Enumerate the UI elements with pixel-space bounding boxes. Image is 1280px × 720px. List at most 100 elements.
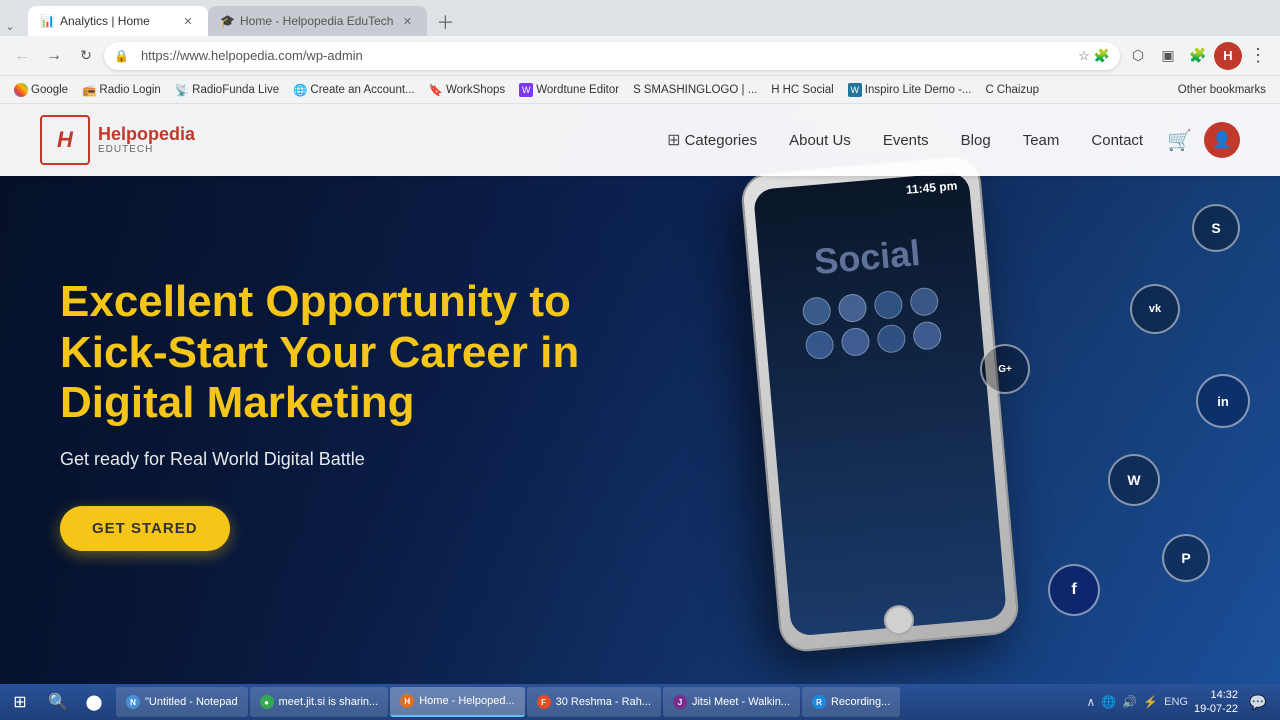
social-circle-p: P bbox=[1162, 534, 1210, 582]
address-text: https://www.helpopedia.com/wp-admin bbox=[141, 48, 1070, 63]
taskbar-search-button[interactable]: 🔍 bbox=[40, 684, 76, 720]
bookmark-inspiro[interactable]: W Inspiro Lite Demo -... bbox=[842, 81, 978, 99]
bookmark-createaccount[interactable]: 🌐 Create an Account... bbox=[287, 81, 421, 99]
meet-icon: ● bbox=[260, 695, 274, 709]
nav-about[interactable]: About Us bbox=[789, 132, 851, 149]
jitsi-icon: J bbox=[673, 695, 687, 709]
bookmark-radiofunda[interactable]: 📡 RadioFunda Live bbox=[169, 81, 285, 99]
taskbar-meet[interactable]: ● meet.jit.si is sharin... bbox=[250, 687, 389, 717]
taskbar-notepad[interactable]: N "Untitled - Notepad bbox=[116, 687, 248, 717]
phone-screen: 11:45 pm Social bbox=[753, 171, 1007, 636]
taskbar-firefox-label: 30 Reshma - Rah... bbox=[556, 696, 651, 708]
address-bar[interactable]: 🔒 https://www.helpopedia.com/wp-admin ☆ … bbox=[104, 42, 1120, 70]
recording-icon: R bbox=[812, 695, 826, 709]
tray-volume-icon[interactable]: 🔊 bbox=[1122, 695, 1137, 709]
nav-team[interactable]: Team bbox=[1023, 132, 1060, 149]
radio-favicon: 📻 bbox=[82, 83, 96, 97]
nav-blog[interactable]: Blog bbox=[961, 132, 991, 149]
bookmark-chaizup-label: Chaizup bbox=[997, 84, 1039, 96]
tray-date: 19-07-22 bbox=[1194, 702, 1238, 716]
cast-icon[interactable]: ⬡ bbox=[1124, 42, 1152, 70]
bookmark-google[interactable]: Google bbox=[8, 81, 74, 99]
website-content: ') repeat;opacity:0.4;" data-name="keybo… bbox=[0, 104, 1280, 684]
tab-helpopedia[interactable]: 🎓 Home - Helpopedia EduTech ✕ bbox=[208, 6, 427, 36]
tray-network-icon[interactable]: 🌐 bbox=[1101, 695, 1116, 709]
profile-pic bbox=[837, 293, 867, 323]
refresh-button[interactable]: ↻ bbox=[72, 42, 100, 70]
taskbar-apps: N "Untitled - Notepad ● meet.jit.si is s… bbox=[112, 687, 1078, 717]
bookmark-wordtune[interactable]: W Wordtune Editor bbox=[513, 81, 625, 99]
user-icon[interactable]: 👤 bbox=[1204, 122, 1240, 158]
cart-icon[interactable]: 🛒 bbox=[1167, 128, 1192, 153]
menu-button[interactable]: ⋮ bbox=[1244, 42, 1272, 70]
cortana-icon: ⬤ bbox=[86, 693, 103, 711]
extensions-icon[interactable]: 🧩 bbox=[1094, 48, 1110, 64]
wordtune-favicon: W bbox=[519, 83, 533, 97]
site-nav-icons: 🛒 👤 bbox=[1167, 122, 1240, 158]
tray-language[interactable]: ENG bbox=[1164, 696, 1188, 708]
bookmark-star-icon[interactable]: ☆ bbox=[1078, 48, 1090, 64]
tray-notification-icon[interactable]: 💬 bbox=[1244, 688, 1272, 716]
windows-taskbar: ⊞ 🔍 ⬤ N "Untitled - Notepad ● meet.jit.s… bbox=[0, 684, 1280, 720]
bookmark-smashing[interactable]: S SMASHINGLOGO | ... bbox=[627, 82, 763, 98]
taskbar-firefox[interactable]: F 30 Reshma - Rah... bbox=[527, 687, 661, 717]
bookmark-workshops[interactable]: 🔖 WorkShops bbox=[423, 81, 512, 99]
bookmark-radio-label: Radio Login bbox=[99, 84, 160, 96]
collections-icon[interactable]: ▣ bbox=[1154, 42, 1182, 70]
bookmark-radio-login[interactable]: 📻 Radio Login bbox=[76, 81, 167, 99]
profile-pic bbox=[909, 287, 939, 317]
radiofunda-favicon: 📡 bbox=[175, 83, 189, 97]
logo-letter: H bbox=[57, 127, 73, 153]
tray-clock[interactable]: 14:32 19-07-22 bbox=[1194, 688, 1238, 717]
bookmark-smashing-label: SMASHINGLOGO | ... bbox=[644, 84, 758, 96]
tab-bar: ⌄ 📊 Analytics | Home ✕ 🎓 Home - Helpoped… bbox=[0, 0, 1280, 36]
helpopedia-taskbar-icon: H bbox=[400, 694, 414, 708]
social-circle-w: W bbox=[1108, 454, 1160, 506]
tray-up-arrow[interactable]: ∧ bbox=[1086, 695, 1095, 709]
phone-container: 11:45 pm Social bbox=[660, 144, 1260, 644]
lock-icon: 🔒 bbox=[114, 49, 129, 63]
get-started-button[interactable]: GET STARED bbox=[60, 506, 230, 551]
start-button[interactable]: ⊞ bbox=[0, 684, 40, 720]
back-button[interactable]: ← bbox=[8, 42, 36, 70]
profile-pic bbox=[912, 320, 942, 350]
search-icon: 🔍 bbox=[48, 692, 68, 712]
bookmark-hcsocial-label: HC Social bbox=[783, 84, 834, 96]
logo-tagline: EduTech bbox=[98, 144, 195, 155]
tab-helpopedia-close[interactable]: ✕ bbox=[399, 13, 415, 29]
hero-content: Excellent Opportunity to Kick-Start Your… bbox=[0, 197, 650, 591]
phone-body: 11:45 pm Social bbox=[740, 154, 1021, 653]
nav-bar: ← → ↻ 🔒 https://www.helpopedia.com/wp-ad… bbox=[0, 36, 1280, 76]
nav-blog-label: Blog bbox=[961, 132, 991, 149]
taskbar-recording[interactable]: R Recording... bbox=[802, 687, 900, 717]
windows-logo-icon: ⊞ bbox=[13, 692, 26, 712]
nav-events[interactable]: Events bbox=[883, 132, 929, 149]
nav-categories-label: Categories bbox=[685, 132, 758, 149]
bookmark-createaccount-label: Create an Account... bbox=[310, 84, 414, 96]
bookmark-chaizup[interactable]: C Chaizup bbox=[979, 82, 1045, 98]
cortana-button[interactable]: ⬤ bbox=[76, 684, 112, 720]
taskbar-helpopedia[interactable]: H Home - Helpoped... bbox=[390, 687, 524, 717]
taskbar-jitsi[interactable]: J Jitsi Meet - Walkin... bbox=[663, 687, 800, 717]
profile-button[interactable]: H bbox=[1214, 42, 1242, 70]
tab-expand[interactable]: ⌄ bbox=[0, 16, 20, 36]
tray-battery-icon[interactable]: ⚡ bbox=[1143, 695, 1158, 709]
forward-button[interactable]: → bbox=[40, 42, 68, 70]
nav-categories[interactable]: ⊞ Categories bbox=[667, 130, 757, 150]
nav-contact[interactable]: Contact bbox=[1091, 132, 1143, 149]
tab-analytics-close[interactable]: ✕ bbox=[180, 13, 196, 29]
bookmark-hcsocial[interactable]: H HC Social bbox=[765, 82, 839, 98]
nav-events-label: Events bbox=[883, 132, 929, 149]
social-circle-gplus: G+ bbox=[980, 344, 1030, 394]
tab-add-button[interactable]: ＋ bbox=[431, 8, 459, 36]
tab-analytics-title: Analytics | Home bbox=[60, 14, 174, 28]
taskbar-recording-label: Recording... bbox=[831, 696, 890, 708]
inspiro-favicon: W bbox=[848, 83, 862, 97]
extensions-btn[interactable]: 🧩 bbox=[1184, 42, 1212, 70]
tab-analytics[interactable]: 📊 Analytics | Home ✕ bbox=[28, 6, 208, 36]
profile-pic bbox=[873, 290, 903, 320]
profile-grid bbox=[802, 286, 945, 360]
bookmark-workshops-label: WorkShops bbox=[446, 84, 505, 96]
site-logo: H Helpopedia EduTech bbox=[40, 115, 195, 165]
other-bookmarks[interactable]: Other bookmarks bbox=[1172, 82, 1272, 98]
